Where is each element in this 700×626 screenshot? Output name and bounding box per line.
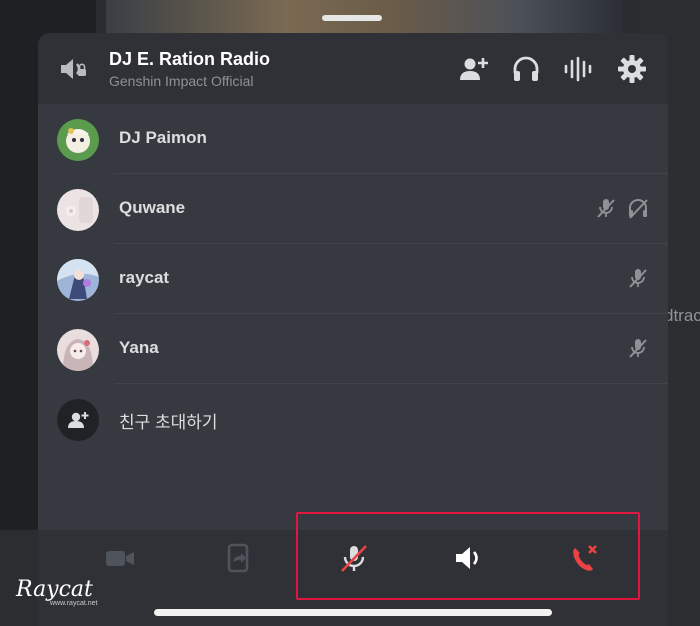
sheet-grabber[interactable] [322, 15, 382, 21]
headphones-icon[interactable] [510, 53, 542, 85]
member-row[interactable]: Yana [38, 314, 668, 384]
member-row[interactable]: DJ Paimon [38, 104, 668, 174]
speaker-icon [58, 54, 88, 84]
waveform-icon[interactable] [562, 53, 594, 85]
avatar [57, 119, 99, 161]
avatar [57, 259, 99, 301]
member-row[interactable]: raycat [38, 244, 668, 314]
home-indicator[interactable] [154, 609, 552, 616]
add-friend-icon [57, 399, 99, 441]
member-name: raycat [119, 268, 170, 287]
speaker-on-icon[interactable] [452, 542, 484, 574]
mic-muted-icon [627, 267, 649, 289]
channel-subtitle: Genshin Impact Official [109, 73, 254, 89]
channel-title: DJ E. Ration Radio [109, 49, 271, 69]
watermark-url: www.raycat.net [50, 600, 98, 607]
voice-channel-sheet: DJ E. Ration Radio Genshin Impact Offici… [38, 33, 668, 626]
video-icon[interactable] [104, 542, 136, 574]
member-row[interactable]: Quwane [38, 174, 668, 244]
screen-share-icon[interactable] [222, 542, 254, 574]
invite-friends-label: 친구 초대하기 [119, 413, 218, 432]
avatar [57, 329, 99, 371]
mic-muted-icon[interactable] [338, 542, 370, 574]
member-name: DJ Paimon [119, 128, 207, 147]
member-name: Yana [119, 338, 159, 357]
gear-icon[interactable] [616, 53, 648, 85]
watermark-logo: Raycat [16, 577, 93, 602]
avatar [57, 189, 99, 231]
leave-call-icon[interactable] [568, 542, 600, 574]
voice-channel-header: DJ E. Ration Radio Genshin Impact Offici… [38, 33, 668, 104]
invite-friends-row[interactable]: 친구 초대하기 [38, 384, 668, 454]
deafened-icon [627, 197, 649, 219]
mic-muted-icon [595, 197, 617, 219]
background-peek-text: dtrac [664, 306, 700, 325]
member-name: Quwane [119, 198, 186, 217]
add-user-icon[interactable] [458, 53, 490, 85]
mic-muted-icon [627, 337, 649, 359]
